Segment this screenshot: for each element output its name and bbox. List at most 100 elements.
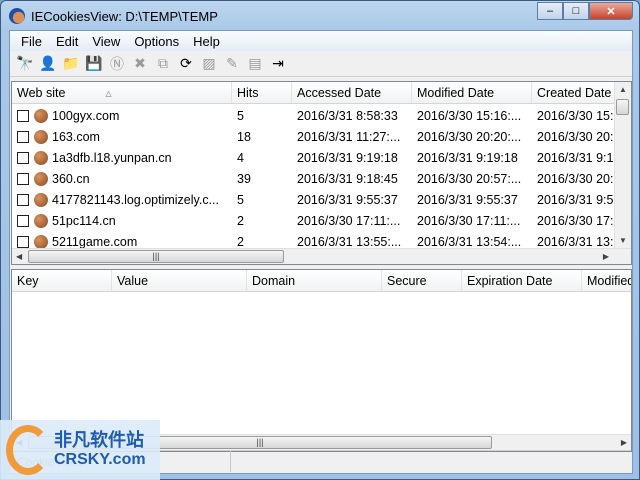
list-header: Web site ▵ Hits Accessed Date Modified Date C… — [12, 82, 631, 104]
cell-hits: 5 — [237, 108, 244, 123]
cookie-icon — [34, 234, 48, 249]
cell-site: 4177821143.log.optimizely.c... — [12, 192, 232, 207]
cookie-icon — [34, 213, 48, 228]
cell-hits: 5 — [237, 192, 244, 207]
row-checkbox[interactable] — [17, 235, 29, 248]
row-checkbox[interactable] — [17, 193, 29, 206]
cell-modified-date: 2016/3/31 9:55:37 — [417, 192, 518, 207]
row-checkbox[interactable] — [17, 151, 29, 164]
watermark-cn: 非凡软件站 — [54, 430, 144, 450]
maximize-button[interactable]: □ — [563, 2, 589, 20]
scroll-thumb[interactable]: ||| — [28, 250, 284, 263]
menu-options[interactable]: Options — [127, 34, 186, 49]
row-checkbox[interactable] — [17, 214, 29, 227]
copy-icon[interactable]: ⧉ — [154, 55, 172, 73]
column-label: Web site — [17, 86, 66, 100]
cell-web-site: 100gyx.com — [52, 108, 120, 123]
horizontal-scrollbar[interactable]: ◀ ||| ▶ — [12, 248, 631, 264]
cell-hits: 18 — [237, 129, 251, 144]
cell-web-site: 360.cn — [52, 171, 90, 186]
cookie-icon — [34, 192, 48, 207]
cell-site: 163.com — [12, 129, 232, 144]
cell-web-site: 1a3dfb.l18.yunpan.cn — [52, 150, 172, 165]
netscape-icon[interactable]: Ⓝ — [108, 55, 126, 73]
cell-hits: 2 — [237, 234, 244, 249]
main-window: IECookiesView: D:\TEMP\TEMP – □ ✕ File E… — [0, 0, 640, 480]
menu-bar: File Edit View Options Help — [10, 31, 632, 51]
properties-icon[interactable]: ▤ — [246, 55, 264, 73]
cell-accessed-date: 2016/3/31 13:55:... — [297, 234, 402, 249]
column-domain[interactable]: Domain — [247, 270, 382, 291]
cell-site: 1a3dfb.l18.yunpan.cn — [12, 150, 232, 165]
menu-help[interactable]: Help — [186, 34, 227, 49]
watermark-en: CRSKY.com — [54, 451, 146, 468]
save-icon[interactable]: 💾 — [85, 55, 103, 73]
sort-ascending-icon: ▵ — [105, 86, 112, 100]
cell-accessed-date: 2016/3/30 17:11:... — [297, 213, 401, 228]
column-value[interactable]: Value — [112, 270, 247, 291]
exit-icon[interactable]: ⇥ — [269, 55, 287, 73]
edit-icon[interactable]: ✎ — [223, 55, 241, 73]
column-label: Modified Date — [417, 86, 495, 100]
watermark-logo: 非凡软件站 CRSKY.com — [0, 420, 160, 480]
menu-edit[interactable]: Edit — [49, 34, 85, 49]
list-header: Key Value Domain Secure Expiration Date … — [12, 270, 631, 292]
title-bar: IECookiesView: D:\TEMP\TEMP — [9, 5, 218, 27]
find-icon[interactable]: 🔭 — [16, 55, 34, 73]
cell-accessed-date: 2016/3/31 9:18:45 — [297, 171, 398, 186]
toolbar: 🔭 👤 📁 💾 Ⓝ ✖ ⧉ ⟳ ▨ ✎ ▤ ⇥ — [10, 51, 632, 77]
cell-accessed-date: 2016/3/31 9:19:18 — [297, 150, 398, 165]
block-icon[interactable]: ▨ — [200, 55, 218, 73]
cookie-icon — [34, 129, 48, 144]
scroll-thumb[interactable] — [616, 99, 629, 115]
column-web-site[interactable]: Web site ▵ — [12, 82, 232, 103]
cookie-icon — [34, 171, 48, 186]
column-expiration-date[interactable]: Expiration Date — [462, 270, 582, 291]
column-secure[interactable]: Secure — [382, 270, 462, 291]
column-hits[interactable]: Hits — [232, 82, 292, 103]
menu-view[interactable]: View — [85, 34, 127, 49]
column-label: Created Date — [537, 86, 612, 100]
row-checkbox[interactable] — [17, 109, 29, 122]
cell-web-site: 5211game.com — [52, 234, 138, 249]
row-checkbox[interactable] — [17, 172, 29, 185]
table-row[interactable]: 360.cn 39 2016/3/31 9:18:45 2016/3/30 20:57… — [12, 168, 631, 189]
table-row[interactable]: 51pc114.cn 2 2016/3/30 17:11:... 2016/3/30 … — [12, 210, 631, 231]
cell-site: 100gyx.com — [12, 108, 232, 123]
cookie-icon — [34, 108, 48, 123]
column-modified-date[interactable]: Modified Date — [412, 82, 532, 103]
table-row[interactable]: 4177821143.log.optimizely.c... 5 2016/3/31… — [12, 189, 631, 210]
cell-accessed-date: 2016/3/31 9:55:37 — [297, 192, 398, 207]
close-button[interactable]: ✕ — [589, 2, 633, 20]
cell-web-site: 4177821143.log.optimizely.c... — [52, 192, 220, 207]
cell-site: 51pc114.cn — [12, 213, 232, 228]
table-row[interactable]: 100gyx.com 5 2016/3/31 8:58:33 2016/3/30 15… — [12, 105, 631, 126]
refresh-icon[interactable]: ⟳ — [177, 55, 195, 73]
delete-icon[interactable]: ✖ — [131, 55, 149, 73]
column-modified[interactable]: Modified — [582, 270, 631, 291]
column-key[interactable]: Key — [12, 270, 112, 291]
cell-modified-date: 2016/3/30 17:11:... — [417, 213, 521, 228]
table-row[interactable]: 163.com 18 2016/3/31 11:27:... 2016/3/30 20… — [12, 126, 631, 147]
cell-site: 360.cn — [12, 171, 232, 186]
cell-site: 5211game.com — [12, 234, 232, 249]
cell-modified-date: 2016/3/31 13:54:... — [417, 234, 522, 249]
open-folder-icon[interactable]: 📁 — [62, 55, 80, 73]
user-icon[interactable]: 👤 — [39, 55, 57, 73]
menu-file[interactable]: File — [14, 34, 49, 49]
column-label: Accessed Date — [297, 86, 382, 100]
row-checkbox[interactable] — [17, 130, 29, 143]
cell-modified-date: 2016/3/30 20:20:... — [417, 129, 522, 144]
cell-modified-date: 2016/3/30 15:16:... — [417, 108, 522, 123]
column-accessed-date[interactable]: Accessed Date — [292, 82, 412, 103]
minimize-button[interactable]: – — [537, 2, 563, 20]
cell-web-site: 163.com — [52, 129, 100, 144]
window-title: IECookiesView: D:\TEMP\TEMP — [31, 8, 218, 24]
cell-hits: 2 — [237, 213, 244, 228]
vertical-scrollbar[interactable]: ▲ ▼ — [614, 82, 631, 248]
cell-accessed-date: 2016/3/31 8:58:33 — [297, 108, 398, 123]
table-row[interactable]: 1a3dfb.l18.yunpan.cn 4 2016/3/31 9:19:18 20… — [12, 147, 631, 168]
logo-swirl-icon — [6, 425, 50, 475]
cell-hits: 39 — [237, 171, 251, 186]
cookie-site-list[interactable]: Web site ▵ Hits Accessed Date Modified Date C… — [11, 81, 632, 265]
